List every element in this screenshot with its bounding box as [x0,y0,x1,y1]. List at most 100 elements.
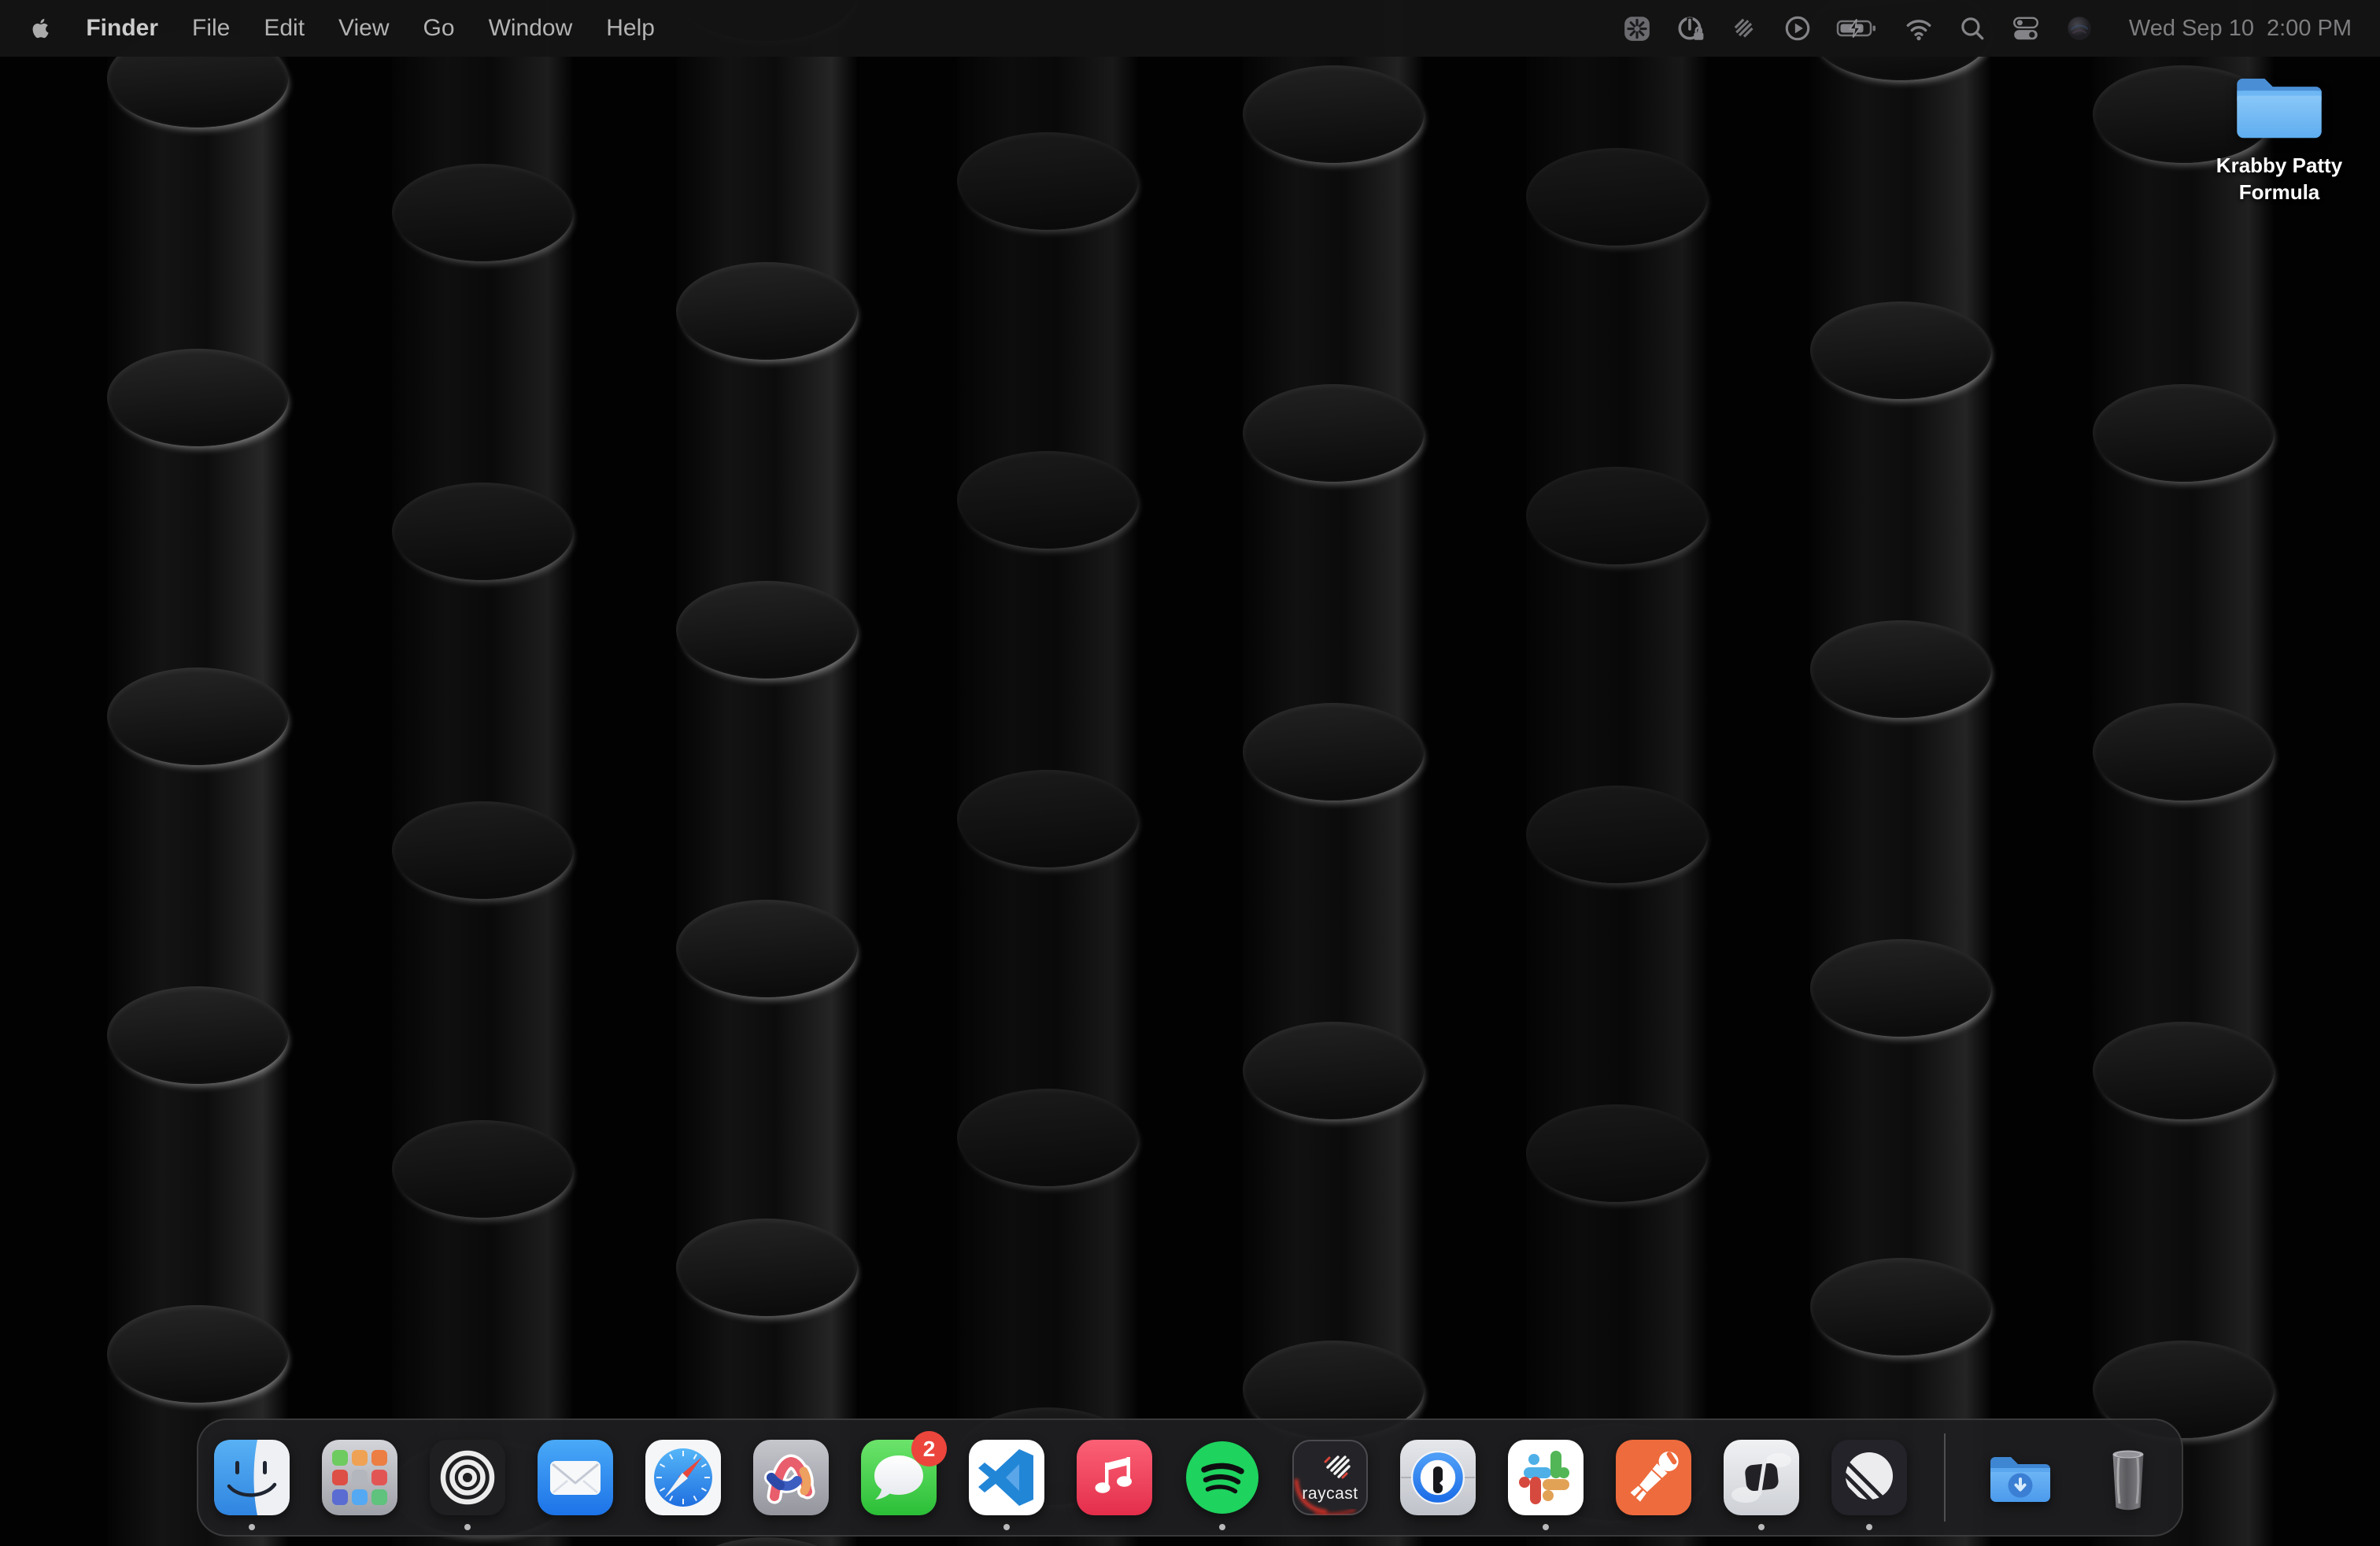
wallpaper-cylinder [676,1537,857,1546]
menu-clock-date: Wed Sep 10 [2129,16,2254,42]
menu-item-go[interactable]: Go [423,15,455,42]
running-indicator [1003,1524,1010,1530]
wallpaper-cylinder [107,986,288,1309]
dock: 2 [197,1418,2183,1537]
trash-icon [2089,1438,2168,1517]
menu-bar-left: Finder File Edit View Go Window Help [30,15,655,42]
dock-icon-label: raycast [1291,1485,1369,1503]
dock-item-dia[interactable] [1722,1438,1801,1517]
downloads-folder-icon [1981,1438,2060,1517]
dock-item-mail[interactable] [536,1438,615,1517]
menu-item-window[interactable]: Window [489,15,573,42]
dock-item-finder[interactable] [213,1438,291,1517]
apple-logo-icon [30,15,52,42]
menu-item-edit[interactable]: Edit [264,15,305,42]
dock-item-vscode[interactable] [967,1438,1046,1517]
wallpaper-cylinder [107,30,288,353]
apple-menu[interactable] [30,15,52,42]
wallpaper-cylinder [107,349,288,671]
wallpaper-cylinder [1810,620,1991,943]
wallpaper-cylinder [392,1120,573,1443]
wallpaper-cylinder [392,801,573,1124]
dock-item-messages[interactable]: 2 [859,1438,938,1517]
wallpaper-cylinder [676,581,857,904]
running-indicator [1758,1524,1765,1530]
wallpaper-cylinder [1526,467,1707,790]
wallpaper-cylinder [1526,148,1707,471]
dock-item-raycast[interactable]: raycast [1291,1438,1369,1517]
running-indicator [1219,1524,1225,1530]
siri-icon[interactable] [2064,13,2094,43]
dock-item-spotify[interactable] [1183,1438,1262,1517]
battery-charging-icon[interactable] [1836,13,1880,43]
postman-icon [1614,1438,1693,1517]
wallpaper-cylinder [107,668,288,990]
finder-icon [213,1438,291,1517]
dock-item-linear[interactable] [1830,1438,1909,1517]
power-lock-icon[interactable] [1676,13,1706,43]
mail-icon [536,1438,615,1517]
spotify-icon [1183,1438,1262,1517]
apple-music-icon [1075,1438,1154,1517]
wallpaper-cylinder [1243,384,1424,707]
notification-badge: 2 [911,1431,947,1466]
dock-separator [1944,1433,1946,1522]
striped-badge-icon[interactable] [1729,13,1759,43]
wallpaper-cylinder [392,164,573,486]
now-playing-icon[interactable] [1783,13,1813,43]
1password-icon [1399,1438,1477,1517]
vscode-icon [967,1438,1046,1517]
dock-item-arc-browser[interactable] [752,1438,830,1517]
dock-item-concentric-circles-app[interactable] [428,1438,507,1517]
menu-item-finder[interactable]: Finder [86,15,158,42]
wallpaper-cylinder [1243,703,1424,1026]
dock-item-1password[interactable] [1399,1438,1477,1517]
wallpaper-cylinder [1243,1022,1424,1344]
linear-icon [1830,1438,1909,1517]
wallpaper-cylinder [2093,703,2274,1026]
wallpaper-cylinder [957,132,1138,455]
safari-icon [644,1438,722,1517]
wallpaper-cylinder [676,900,857,1222]
desktop-folder-label: Krabby Patty Formula [2208,153,2350,206]
wallpaper [0,0,2380,1546]
control-center-icon[interactable] [2011,13,2041,43]
menu-item-help[interactable]: Help [606,15,655,42]
dock-item-launchpad[interactable] [320,1438,399,1517]
dock-item-downloads-folder[interactable] [1981,1438,2060,1517]
menu-item-view[interactable]: View [338,15,389,42]
dock-item-apple-music[interactable] [1075,1438,1154,1517]
spotlight-search-icon[interactable] [1957,13,1987,43]
dock-item-trash[interactable] [2089,1438,2168,1517]
wifi-icon[interactable] [1904,13,1934,43]
menu-item-file[interactable]: File [192,15,230,42]
starburst-app-icon[interactable] [1622,13,1652,43]
wallpaper-cylinder [2093,1022,2274,1344]
wallpaper-cylinder [676,262,857,585]
launchpad-icon [320,1438,399,1517]
menu-clock-time: 2:00 PM [2267,16,2352,42]
dock-item-slack[interactable] [1506,1438,1585,1517]
menu-bar: Finder File Edit View Go Window Help [0,0,2380,57]
wallpaper-cylinder [1243,65,1424,388]
dia-icon [1722,1438,1801,1517]
running-indicator [1543,1524,1549,1530]
desktop-folder-krabby-patty[interactable]: Krabby Patty Formula [2208,66,2350,206]
wallpaper-cylinder [392,483,573,805]
slack-icon [1506,1438,1585,1517]
wallpaper-cylinder [2093,384,2274,707]
menu-clock[interactable]: Wed Sep 10 2:00 PM [2129,16,2352,42]
wallpaper-cylinder [957,770,1138,1093]
dock-item-postman[interactable] [1614,1438,1693,1517]
running-indicator [464,1524,471,1530]
concentric-circles-icon [428,1438,507,1517]
menu-bar-status-area: Wed Sep 10 2:00 PM [1622,13,2352,43]
arc-browser-icon [752,1438,830,1517]
folder-icon [2230,66,2328,148]
dock-item-safari[interactable] [644,1438,722,1517]
running-indicator [249,1524,255,1530]
wallpaper-cylinder [1810,301,1991,624]
wallpaper-cylinder [957,1089,1138,1411]
wallpaper-cylinder [1526,1104,1707,1427]
desktop: Finder File Edit View Go Window Help [0,0,2380,1546]
